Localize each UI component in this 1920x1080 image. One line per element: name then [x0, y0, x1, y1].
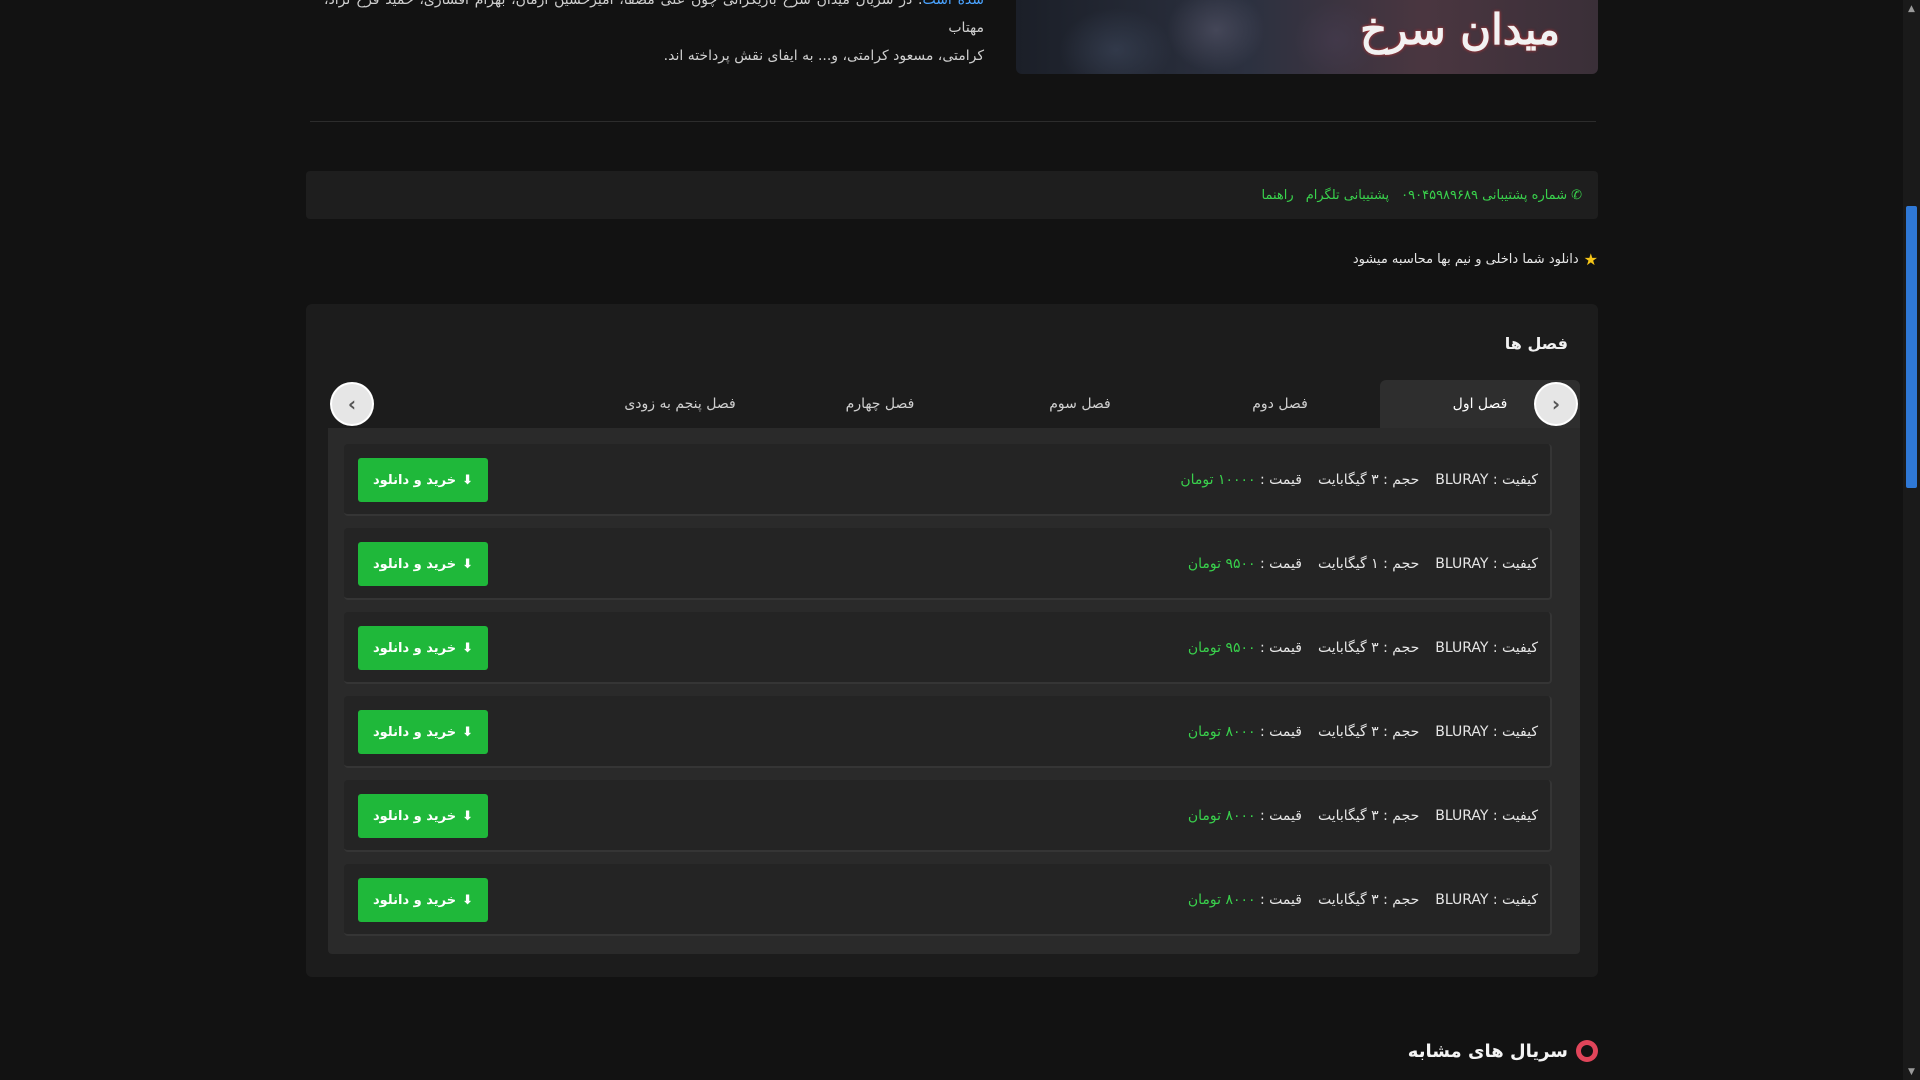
episode-list: کیفیت : BLURAY حجم : ۳ گیگابایت قیمت : ۱… — [328, 428, 1580, 954]
row-price: ۱۰۰۰۰ تومان — [1180, 472, 1256, 488]
download-row: کیفیت : BLURAY حجم : ۱ گیگابایت قیمت : ۹… — [344, 528, 1552, 600]
guide-link[interactable]: راهنما — [1262, 188, 1294, 203]
buy-download-label: خرید و دانلود — [372, 808, 457, 824]
synopsis-line-1: . در سریال میدان سرخ بازیگرانی چون علی م… — [324, 0, 984, 36]
synopsis-link[interactable]: شده است — [922, 0, 984, 8]
row-price-label: قیمت : — [1260, 724, 1302, 740]
download-icon: ⬇ — [462, 640, 474, 656]
row-info: کیفیت : BLURAY حجم : ۳ گیگابایت قیمت : ۸… — [1188, 864, 1538, 936]
tab-season-2[interactable]: فصل دوم — [1180, 380, 1380, 428]
row-price-label: قیمت : — [1260, 472, 1302, 488]
buy-download-label: خرید و دانلود — [372, 556, 457, 572]
telegram-support-link[interactable]: پشتیبانی تلگرام — [1306, 188, 1389, 203]
row-info: کیفیت : BLURAY حجم : ۳ گیگابایت قیمت : ۸… — [1188, 780, 1538, 852]
row-price-group: قیمت : ۹۵۰۰ تومان — [1188, 640, 1302, 656]
row-size: حجم : ۳ گیگابایت — [1317, 724, 1420, 740]
download-note-text: دانلود شما داخلی و نیم بها محاسبه میشود — [1352, 252, 1579, 267]
row-price: ۸۰۰۰ تومان — [1187, 724, 1256, 740]
chevron-right-icon: › — [1551, 392, 1561, 416]
row-quality: کیفیت : BLURAY — [1435, 724, 1538, 740]
divider — [310, 121, 1596, 122]
row-info: کیفیت : BLURAY حجم : ۳ گیگابایت قیمت : ۸… — [1188, 696, 1538, 768]
buy-download-button[interactable]: ⬇ خرید و دانلود — [358, 458, 488, 502]
buy-download-label: خرید و دانلود — [372, 724, 457, 740]
download-row: کیفیت : BLURAY حجم : ۳ گیگابایت قیمت : ۱… — [344, 444, 1552, 516]
seasons-panel: فصل ها فصل اول فصل دوم فصل سوم فصل چهارم… — [306, 304, 1598, 977]
row-info: کیفیت : BLURAY حجم : ۳ گیگابایت قیمت : ۹… — [1188, 612, 1538, 684]
star-icon: ★ — [1583, 250, 1598, 269]
row-size: حجم : ۳ گیگابایت — [1317, 892, 1420, 908]
series-poster[interactable]: میدان سرخ — [1016, 0, 1598, 74]
row-size: حجم : ۱ گیگابایت — [1317, 556, 1420, 572]
download-icon: ⬇ — [462, 892, 474, 908]
tab-season-3[interactable]: فصل سوم — [980, 380, 1180, 428]
series-synopsis: شده است. در سریال میدان سرخ بازیگرانی چو… — [324, 0, 984, 70]
tabs-prev-button[interactable]: ‹ — [332, 384, 372, 424]
buy-download-button[interactable]: ⬇ خرید و دانلود — [358, 626, 488, 670]
row-price: ۹۵۰۰ تومان — [1187, 640, 1256, 656]
buy-download-label: خرید و دانلود — [372, 892, 457, 908]
row-price-group: قیمت : ۸۰۰۰ تومان — [1188, 724, 1302, 740]
row-size: حجم : ۳ گیگابایت — [1317, 640, 1420, 656]
tabs-next-button[interactable]: › — [1536, 384, 1576, 424]
row-quality: کیفیت : BLURAY — [1435, 556, 1538, 572]
scroll-down-arrow-icon[interactable]: ▼ — [1903, 1063, 1920, 1080]
download-row: کیفیت : BLURAY حجم : ۳ گیگابایت قیمت : ۸… — [344, 696, 1552, 768]
row-size: حجم : ۳ گیگابایت — [1317, 808, 1420, 824]
row-quality: کیفیت : BLURAY — [1435, 808, 1538, 824]
buy-download-button[interactable]: ⬇ خرید و دانلود — [358, 794, 488, 838]
download-row: کیفیت : BLURAY حجم : ۳ گیگابایت قیمت : ۹… — [344, 612, 1552, 684]
row-price-label: قیمت : — [1260, 892, 1302, 908]
support-phone[interactable]: ✆شماره پشتیبانی ۰۹۰۴۵۹۸۹۶۸۹ — [1401, 188, 1582, 203]
row-price: ۸۰۰۰ تومان — [1187, 808, 1256, 824]
buy-download-label: خرید و دانلود — [372, 472, 457, 488]
download-icon: ⬇ — [462, 808, 474, 824]
row-quality: کیفیت : BLURAY — [1435, 640, 1538, 656]
film-reel-icon — [1576, 1040, 1598, 1062]
row-price: ۸۰۰۰ تومان — [1187, 892, 1256, 908]
row-price-label: قیمت : — [1260, 640, 1302, 656]
chevron-left-icon: ‹ — [347, 392, 357, 416]
buy-download-button[interactable]: ⬇ خرید و دانلود — [358, 710, 488, 754]
page: میدان سرخ شده است. در سریال میدان سرخ با… — [306, 0, 1598, 1080]
download-icon: ⬇ — [462, 724, 474, 740]
row-quality: کیفیت : BLURAY — [1435, 472, 1538, 488]
phone-icon: ✆ — [1571, 187, 1582, 203]
similar-series-title: سریال های مشابه — [1407, 1040, 1568, 1062]
row-info: کیفیت : BLURAY حجم : ۱ گیگابایت قیمت : ۹… — [1188, 528, 1538, 600]
row-price-label: قیمت : — [1260, 556, 1302, 572]
buy-download-button[interactable]: ⬇ خرید و دانلود — [358, 878, 488, 922]
series-hero: میدان سرخ شده است. در سریال میدان سرخ با… — [306, 0, 1598, 122]
support-phone-label: شماره پشتیبانی ۰۹۰۴۵۹۸۹۶۸۹ — [1401, 187, 1568, 203]
download-icon: ⬇ — [462, 472, 474, 488]
seasons-title: فصل ها — [1504, 334, 1568, 353]
row-price-group: قیمت : ۹۵۰۰ تومان — [1188, 556, 1302, 572]
row-price: ۹۵۰۰ تومان — [1187, 556, 1256, 572]
synopsis-line-2: کرامتی، مسعود کرامتی، و... به ایفای نقش … — [663, 48, 984, 64]
row-size: حجم : ۳ گیگابایت — [1317, 472, 1420, 488]
tab-season-4[interactable]: فصل چهارم — [780, 380, 980, 428]
similar-series-heading: سریال های مشابه — [1408, 1040, 1598, 1062]
scrollbar[interactable]: ▲ ▼ — [1903, 0, 1920, 1080]
support-bar: ✆شماره پشتیبانی ۰۹۰۴۵۹۸۹۶۸۹ پشتیبانی تلگ… — [306, 171, 1598, 219]
tab-season-5[interactable]: فصل پنجم به زودی — [580, 380, 780, 428]
scrollbar-thumb[interactable] — [1906, 206, 1917, 488]
download-row: کیفیت : BLURAY حجم : ۳ گیگابایت قیمت : ۸… — [344, 780, 1552, 852]
row-price-group: قیمت : ۱۰۰۰۰ تومان — [1180, 472, 1302, 488]
buy-download-label: خرید و دانلود — [372, 640, 457, 656]
download-note: ★ دانلود شما داخلی و نیم بها محاسبه میشو… — [1353, 250, 1598, 269]
scroll-up-arrow-icon[interactable]: ▲ — [1903, 0, 1920, 17]
buy-download-button[interactable]: ⬇ خرید و دانلود — [358, 542, 488, 586]
row-quality: کیفیت : BLURAY — [1435, 892, 1538, 908]
download-icon: ⬇ — [462, 556, 474, 572]
row-price-group: قیمت : ۸۰۰۰ تومان — [1188, 808, 1302, 824]
row-price-group: قیمت : ۸۰۰۰ تومان — [1188, 892, 1302, 908]
row-info: کیفیت : BLURAY حجم : ۳ گیگابایت قیمت : ۱… — [1180, 444, 1538, 516]
download-row: کیفیت : BLURAY حجم : ۳ گیگابایت قیمت : ۸… — [344, 864, 1552, 936]
poster-logo: میدان سرخ — [1360, 5, 1560, 54]
season-tabs: فصل اول فصل دوم فصل سوم فصل چهارم فصل پن… — [328, 380, 1580, 428]
row-price-label: قیمت : — [1260, 808, 1302, 824]
